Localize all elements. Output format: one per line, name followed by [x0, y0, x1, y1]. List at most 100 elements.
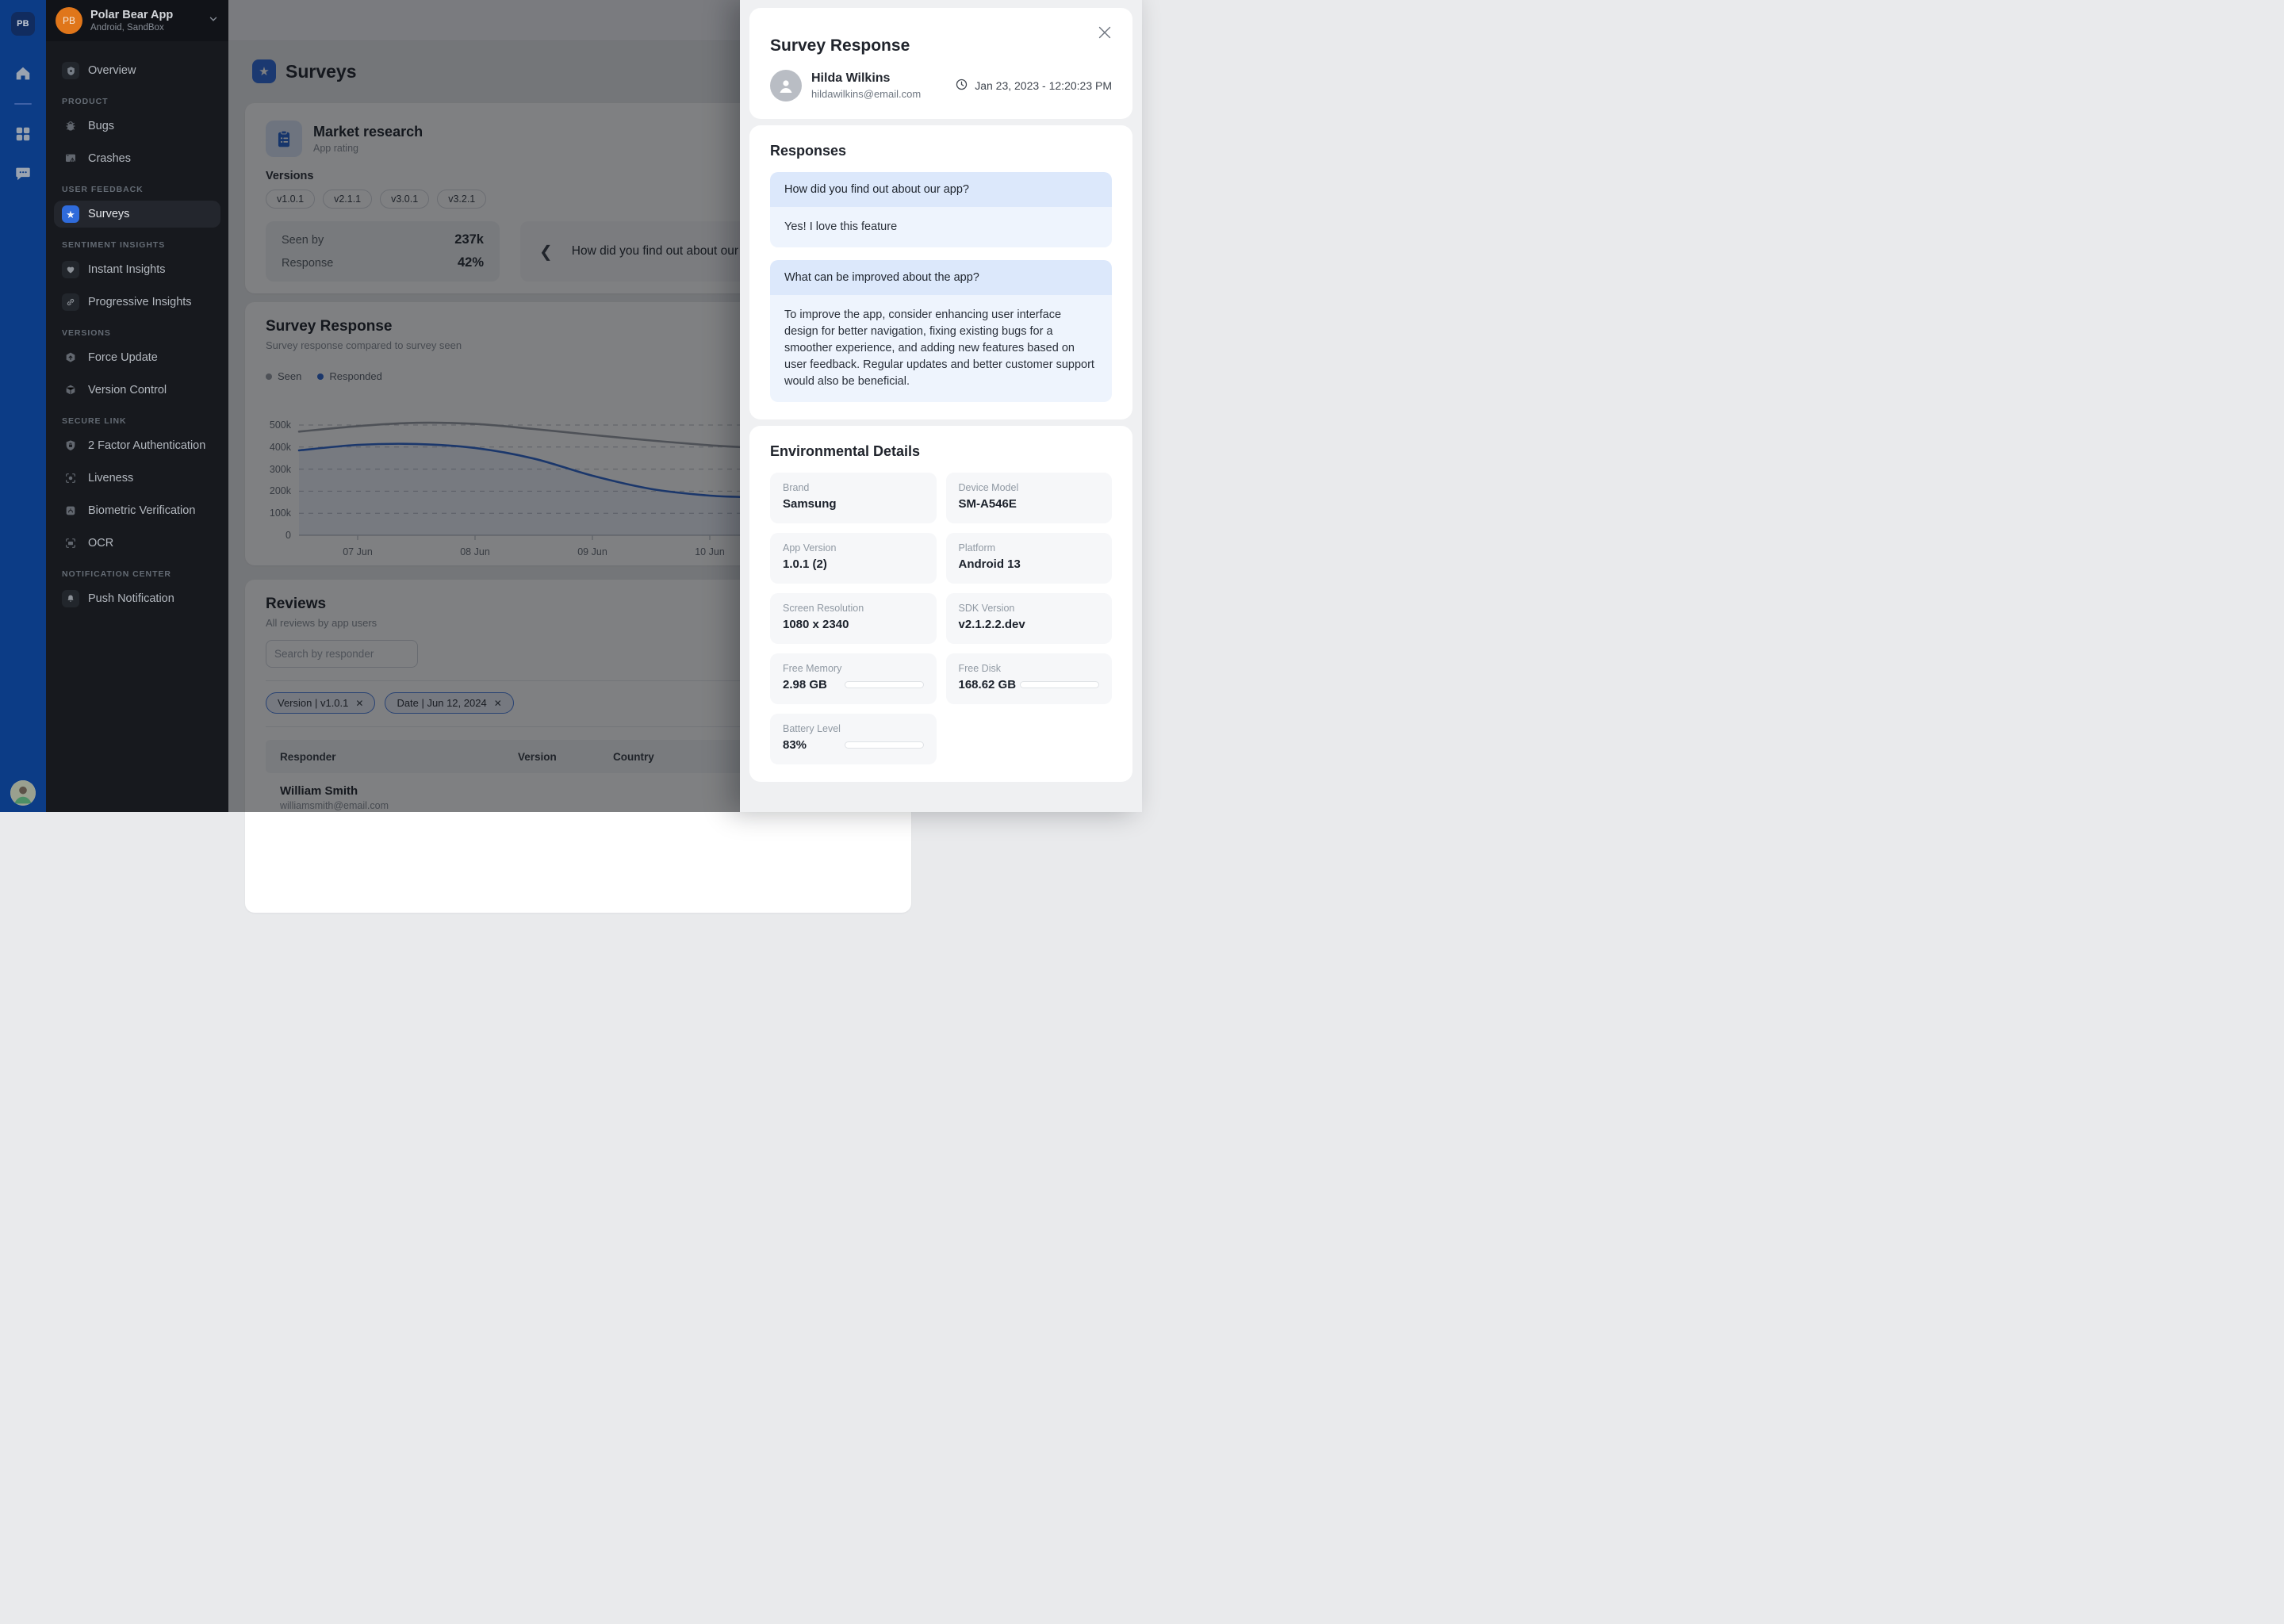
responses-heading: Responses	[770, 143, 1112, 159]
env-cell-free-memory: Free Memory 2.98 GB	[770, 653, 937, 704]
env-label: Screen Resolution	[783, 603, 924, 614]
sidebar-item-label: Force Update	[88, 351, 158, 364]
chat-nav-button[interactable]	[10, 162, 36, 189]
section-label-user-feedback: USER FEEDBACK	[62, 185, 220, 194]
env-cell-free-disk: Free Disk 168.62 GB	[946, 653, 1113, 704]
env-label: Battery Level	[783, 723, 924, 734]
drawer-title: Survey Response	[770, 36, 1112, 56]
sidebar-item-overview[interactable]: Overview	[54, 57, 220, 84]
app-switcher[interactable]: PB Polar Bear App Android, SandBox	[46, 0, 228, 41]
home-nav-button[interactable]	[10, 62, 36, 89]
qa-pair: How did you find out about our app? Yes!…	[770, 172, 1112, 247]
sidebar-item-label: Push Notification	[88, 592, 174, 605]
fingerprint-icon	[62, 502, 79, 519]
sidebar-item-label: Overview	[88, 64, 136, 77]
grid-icon	[14, 125, 32, 147]
rail-divider	[14, 103, 32, 105]
sidebar-item-surveys[interactable]: ★ Surveys	[54, 201, 220, 228]
battery-progress-bar	[845, 741, 924, 749]
env-cell-platform: Platform Android 13	[946, 533, 1113, 584]
sidebar-item-push-notification[interactable]: Push Notification	[54, 585, 220, 612]
responder-email: hildawilkins@email.com	[811, 88, 921, 100]
app-subtitle: Android, SandBox	[90, 23, 200, 33]
overview-icon	[62, 62, 79, 79]
responses-card: Responses How did you find out about our…	[749, 125, 1132, 419]
env-label: Platform	[959, 542, 1100, 553]
section-label-secure-link: SECURE LINK	[62, 416, 220, 426]
drawer-header-card: Survey Response Hilda Wilkins hildawilki…	[749, 8, 1132, 119]
link-icon	[62, 293, 79, 311]
sidebar-item-label: Biometric Verification	[88, 504, 195, 517]
env-value: SM-A546E	[959, 497, 1100, 511]
question-text: How did you find out about our app?	[770, 172, 1112, 207]
env-value: 83%	[783, 738, 807, 752]
close-button[interactable]	[1094, 24, 1115, 44]
sidebar-item-label: Instant Insights	[88, 263, 166, 276]
sidebar: PB Polar Bear App Android, SandBox Overv…	[46, 0, 228, 812]
qa-pair: What can be improved about the app? To i…	[770, 260, 1112, 402]
icon-rail: PB	[0, 0, 46, 812]
sidebar-item-liveness[interactable]: Liveness	[54, 465, 220, 492]
disk-progress-bar	[1020, 681, 1099, 688]
id-scan-icon	[62, 534, 79, 552]
surveys-star-icon: ★	[62, 205, 79, 223]
env-value: 2.98 GB	[783, 678, 827, 691]
apps-nav-button[interactable]	[10, 122, 36, 149]
sidebar-item-progressive-insights[interactable]: Progressive Insights	[54, 289, 220, 316]
sidebar-item-biometric[interactable]: Biometric Verification	[54, 497, 220, 524]
home-icon	[14, 65, 32, 86]
app-name: Polar Bear App	[90, 9, 200, 22]
env-value: 168.62 GB	[959, 678, 1017, 691]
env-value: 1080 x 2340	[783, 618, 924, 631]
environmental-details-heading: Environmental Details	[770, 443, 1112, 460]
sidebar-item-2fa[interactable]: 2 Factor Authentication	[54, 432, 220, 459]
env-value: 1.0.1 (2)	[783, 557, 924, 571]
section-label-notification-center: NOTIFICATION CENTER	[62, 569, 220, 579]
shield-lock-icon	[62, 437, 79, 454]
section-label-sentiment-insights: SENTIMENT INSIGHTS	[62, 240, 220, 250]
env-label: Brand	[783, 482, 924, 493]
env-value: Samsung	[783, 497, 924, 511]
sidebar-item-label: Version Control	[88, 384, 167, 396]
section-label-versions: VERSIONS	[62, 328, 220, 338]
env-cell-brand: Brand Samsung	[770, 473, 937, 523]
sidebar-item-label: Progressive Insights	[88, 296, 192, 308]
environmental-details-card: Environmental Details Brand Samsung Devi…	[749, 426, 1132, 782]
env-cell-device-model: Device Model SM-A546E	[946, 473, 1113, 523]
user-avatar[interactable]	[10, 780, 36, 806]
app-root: PB PB Polar Bear App Android, SandB	[0, 0, 1142, 812]
close-icon	[1096, 24, 1113, 45]
env-label: Free Memory	[783, 663, 924, 674]
app-avatar: PB	[56, 7, 82, 34]
sidebar-item-ocr[interactable]: OCR	[54, 530, 220, 557]
env-cell-screen-resolution: Screen Resolution 1080 x 2340	[770, 593, 937, 644]
responder-avatar	[770, 70, 802, 102]
sidebar-item-label: 2 Factor Authentication	[88, 439, 205, 452]
env-label: SDK Version	[959, 603, 1100, 614]
clock-icon	[955, 78, 968, 94]
env-value: v2.1.2.2.dev	[959, 618, 1100, 631]
env-label: Free Disk	[959, 663, 1100, 674]
cube-icon	[62, 381, 79, 399]
upload-hexagon-icon	[62, 349, 79, 366]
sidebar-item-bugs[interactable]: Bugs	[54, 113, 220, 140]
face-scan-icon	[62, 469, 79, 487]
heart-icon	[62, 261, 79, 278]
env-label: App Version	[783, 542, 924, 553]
survey-response-drawer: Survey Response Hilda Wilkins hildawilki…	[740, 0, 1142, 812]
question-text: What can be improved about the app?	[770, 260, 1112, 295]
responder-name: Hilda Wilkins	[811, 71, 921, 86]
answer-text: To improve the app, consider enhancing u…	[770, 295, 1112, 402]
sidebar-item-force-update[interactable]: Force Update	[54, 344, 220, 371]
section-label-product: PRODUCT	[62, 97, 220, 106]
env-cell-sdk-version: SDK Version v2.1.2.2.dev	[946, 593, 1113, 644]
sidebar-item-label: Bugs	[88, 120, 114, 132]
crash-window-icon	[62, 150, 79, 167]
sidebar-item-version-control[interactable]: Version Control	[54, 377, 220, 404]
env-cell-battery-level: Battery Level 83%	[770, 714, 937, 764]
answer-text: Yes! I love this feature	[770, 207, 1112, 247]
sidebar-item-instant-insights[interactable]: Instant Insights	[54, 256, 220, 283]
sidebar-nav: Overview PRODUCT Bugs Crashes USER FEEDB…	[46, 41, 228, 612]
sidebar-item-crashes[interactable]: Crashes	[54, 145, 220, 172]
workspace-logo[interactable]: PB	[11, 12, 35, 36]
